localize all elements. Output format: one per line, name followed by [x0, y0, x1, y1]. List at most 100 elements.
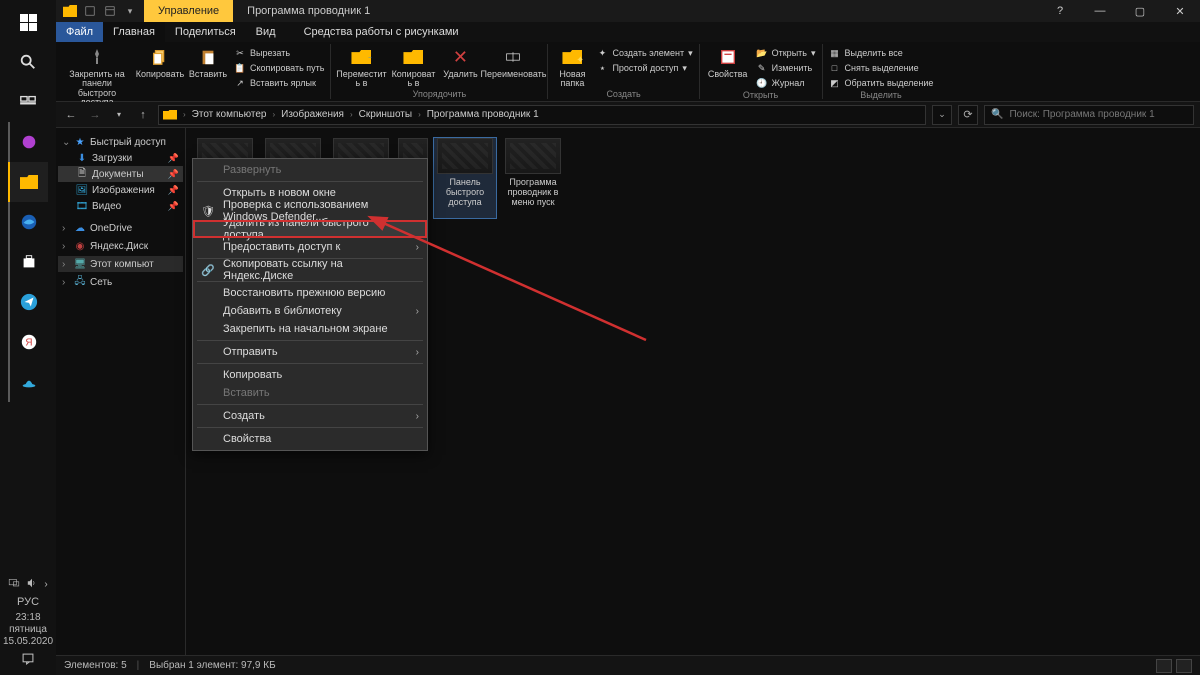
new-folder-button[interactable]: ✦Новая папка — [554, 44, 590, 89]
network-icon: 🖧 — [74, 276, 86, 288]
crumb-2[interactable]: Скриншоты — [359, 109, 412, 120]
search-input[interactable]: 🔍 Поиск: Программа проводник 1 — [984, 105, 1194, 125]
lang-indicator[interactable]: РУС — [17, 596, 39, 608]
search-icon[interactable] — [8, 42, 48, 82]
task-view-icon[interactable] — [8, 82, 48, 122]
context-menu-label: Отправить — [223, 346, 278, 358]
picture-tools-tab[interactable]: Средства работы с рисунками — [294, 22, 469, 42]
close-button[interactable]: ✕ — [1160, 0, 1200, 22]
context-menu-item[interactable]: Отправить› — [193, 343, 427, 361]
refresh-button[interactable]: ⟳ — [958, 105, 978, 125]
help-button[interactable]: ? — [1040, 0, 1080, 22]
copy-button[interactable]: Копировать — [138, 44, 182, 79]
title-bar: ▾ Управление Программа проводник 1 ? — ▢… — [56, 0, 1200, 22]
context-menu-label: Закрепить на начальном экране — [223, 323, 388, 335]
quick-access-node[interactable]: ⌄★Быстрый доступ — [58, 134, 183, 150]
crumb-1[interactable]: Изображения — [281, 109, 344, 120]
history-icon: 🕘 — [756, 77, 768, 89]
this-pc-node[interactable]: ›🖥Этот компьют — [58, 256, 183, 272]
edit-button[interactable]: ✎Изменить — [756, 61, 816, 75]
breadcrumb[interactable]: › Этот компьютер› Изображения› Скриншоты… — [158, 105, 926, 125]
path-icon: 📋 — [234, 62, 246, 74]
paste-icon — [195, 46, 221, 68]
app-icon-2[interactable] — [8, 362, 48, 402]
file-item[interactable]: Панель быстрого доступа — [434, 138, 496, 218]
context-menu-item[interactable]: Копировать — [193, 366, 427, 384]
tray-chevron-icon[interactable]: › — [44, 579, 47, 590]
paste-shortcut-button[interactable]: ↗Вставить ярлык — [234, 76, 324, 90]
network-node[interactable]: ›🖧Сеть — [58, 274, 183, 290]
context-menu-item[interactable]: Удалить из панели быстрого доступа — [193, 220, 427, 238]
sidebar-item-pictures[interactable]: 🖼Изображения📌 — [58, 182, 183, 198]
file-tab[interactable]: Файл — [56, 22, 103, 42]
minimize-button[interactable]: — — [1080, 0, 1120, 22]
clock[interactable]: 23:18 пятница 15.05.2020 — [3, 612, 53, 648]
context-menu-item[interactable]: 🔗Скопировать ссылку на Яндекс.Диске — [193, 261, 427, 279]
select-group-label: Выделить — [829, 90, 934, 101]
context-menu-label: Восстановить прежнюю версию — [223, 287, 385, 299]
qat-item-2[interactable] — [102, 3, 118, 19]
invert-selection-button[interactable]: ◩Обратить выделение — [829, 76, 934, 90]
context-menu-separator — [197, 363, 423, 364]
tray-volume-icon[interactable] — [26, 577, 38, 592]
copy-path-button[interactable]: 📋Скопировать путь — [234, 61, 324, 75]
open-button[interactable]: 📂Открыть ▾ — [756, 46, 816, 60]
new-item-button[interactable]: ✦Создать элемент ▾ — [596, 46, 692, 60]
start-button[interactable] — [8, 2, 48, 42]
recent-button[interactable]: ▾ — [110, 106, 128, 124]
sidebar-item-documents[interactable]: 🗎Документы📌 — [58, 166, 183, 182]
forward-button[interactable]: → — [86, 106, 104, 124]
crumb-0[interactable]: Этот компьютер — [192, 109, 267, 120]
search-placeholder: Поиск: Программа проводник 1 — [1009, 109, 1154, 120]
easy-access-button[interactable]: ⭑Простой доступ ▾ — [596, 61, 692, 75]
select-none-button[interactable]: □Снять выделение — [829, 61, 934, 75]
back-button[interactable]: ← — [62, 106, 80, 124]
addr-dropdown[interactable]: ⌄ — [932, 105, 952, 125]
videos-icon: 🎞 — [76, 200, 88, 212]
telegram-icon[interactable] — [8, 282, 48, 322]
tray-screen-icon[interactable] — [8, 577, 20, 592]
delete-button[interactable]: ✕Удалить — [441, 44, 479, 79]
address-bar: ← → ▾ ↑ › Этот компьютер› Изображения› С… — [56, 102, 1200, 128]
share-tab[interactable]: Поделиться — [165, 22, 246, 42]
maximize-button[interactable]: ▢ — [1120, 0, 1160, 22]
home-tab[interactable]: Главная — [103, 22, 165, 42]
move-to-button[interactable]: →Переместит ь в — [337, 44, 385, 89]
properties-button[interactable]: Свойства — [706, 44, 750, 79]
store-icon[interactable] — [8, 242, 48, 282]
paste-button[interactable]: Вставить — [188, 44, 228, 79]
context-menu-item[interactable]: Восстановить прежнюю версию — [193, 284, 427, 302]
pin-quick-access-button[interactable]: Закрепить на панели быстрого доступа — [62, 44, 132, 108]
icons-view-button[interactable] — [1176, 659, 1192, 673]
context-menu-item[interactable]: Предоставить доступ к› — [193, 238, 427, 256]
history-button[interactable]: 🕘Журнал — [756, 76, 816, 90]
select-all-button[interactable]: ▦Выделить все — [829, 46, 934, 60]
sidebar-item-downloads[interactable]: ⬇Загрузки📌 — [58, 150, 183, 166]
rename-button[interactable]: Переименовать — [485, 44, 541, 79]
up-button[interactable]: ↑ — [134, 106, 152, 124]
context-menu-item[interactable]: Свойства — [193, 430, 427, 448]
crumb-3[interactable]: Программа проводник 1 — [427, 109, 539, 120]
sidebar-item-videos[interactable]: 🎞Видео📌 — [58, 198, 183, 214]
context-menu-item[interactable]: Добавить в библиотеку› — [193, 302, 427, 320]
shortcut-icon: ↗ — [234, 77, 246, 89]
context-menu-item[interactable]: Закрепить на начальном экране — [193, 320, 427, 338]
action-center-icon[interactable] — [21, 652, 35, 669]
pin-indicator: 📌 — [168, 201, 179, 212]
qat-dropdown[interactable]: ▾ — [122, 3, 138, 19]
details-view-button[interactable] — [1156, 659, 1172, 673]
onedrive-node[interactable]: ›☁OneDrive — [58, 220, 183, 236]
view-tab[interactable]: Вид — [246, 22, 286, 42]
explorer-icon[interactable] — [8, 162, 48, 202]
browser-icon[interactable]: Я — [8, 322, 48, 362]
context-menu-label: Свойства — [223, 433, 271, 445]
yandex-disk-node[interactable]: ›◉Яндекс.Диск — [58, 238, 183, 254]
context-menu-item[interactable]: Создать› — [193, 407, 427, 425]
file-item[interactable]: Программа проводник в меню пуск — [502, 138, 564, 218]
easy-access-icon: ⭑ — [596, 62, 608, 74]
qat-item-1[interactable] — [82, 3, 98, 19]
copy-to-button[interactable]: Копироват ь в — [391, 44, 435, 89]
edge-icon[interactable] — [8, 202, 48, 242]
app-icon-1[interactable] — [8, 122, 48, 162]
cut-button[interactable]: ✂Вырезать — [234, 46, 324, 60]
